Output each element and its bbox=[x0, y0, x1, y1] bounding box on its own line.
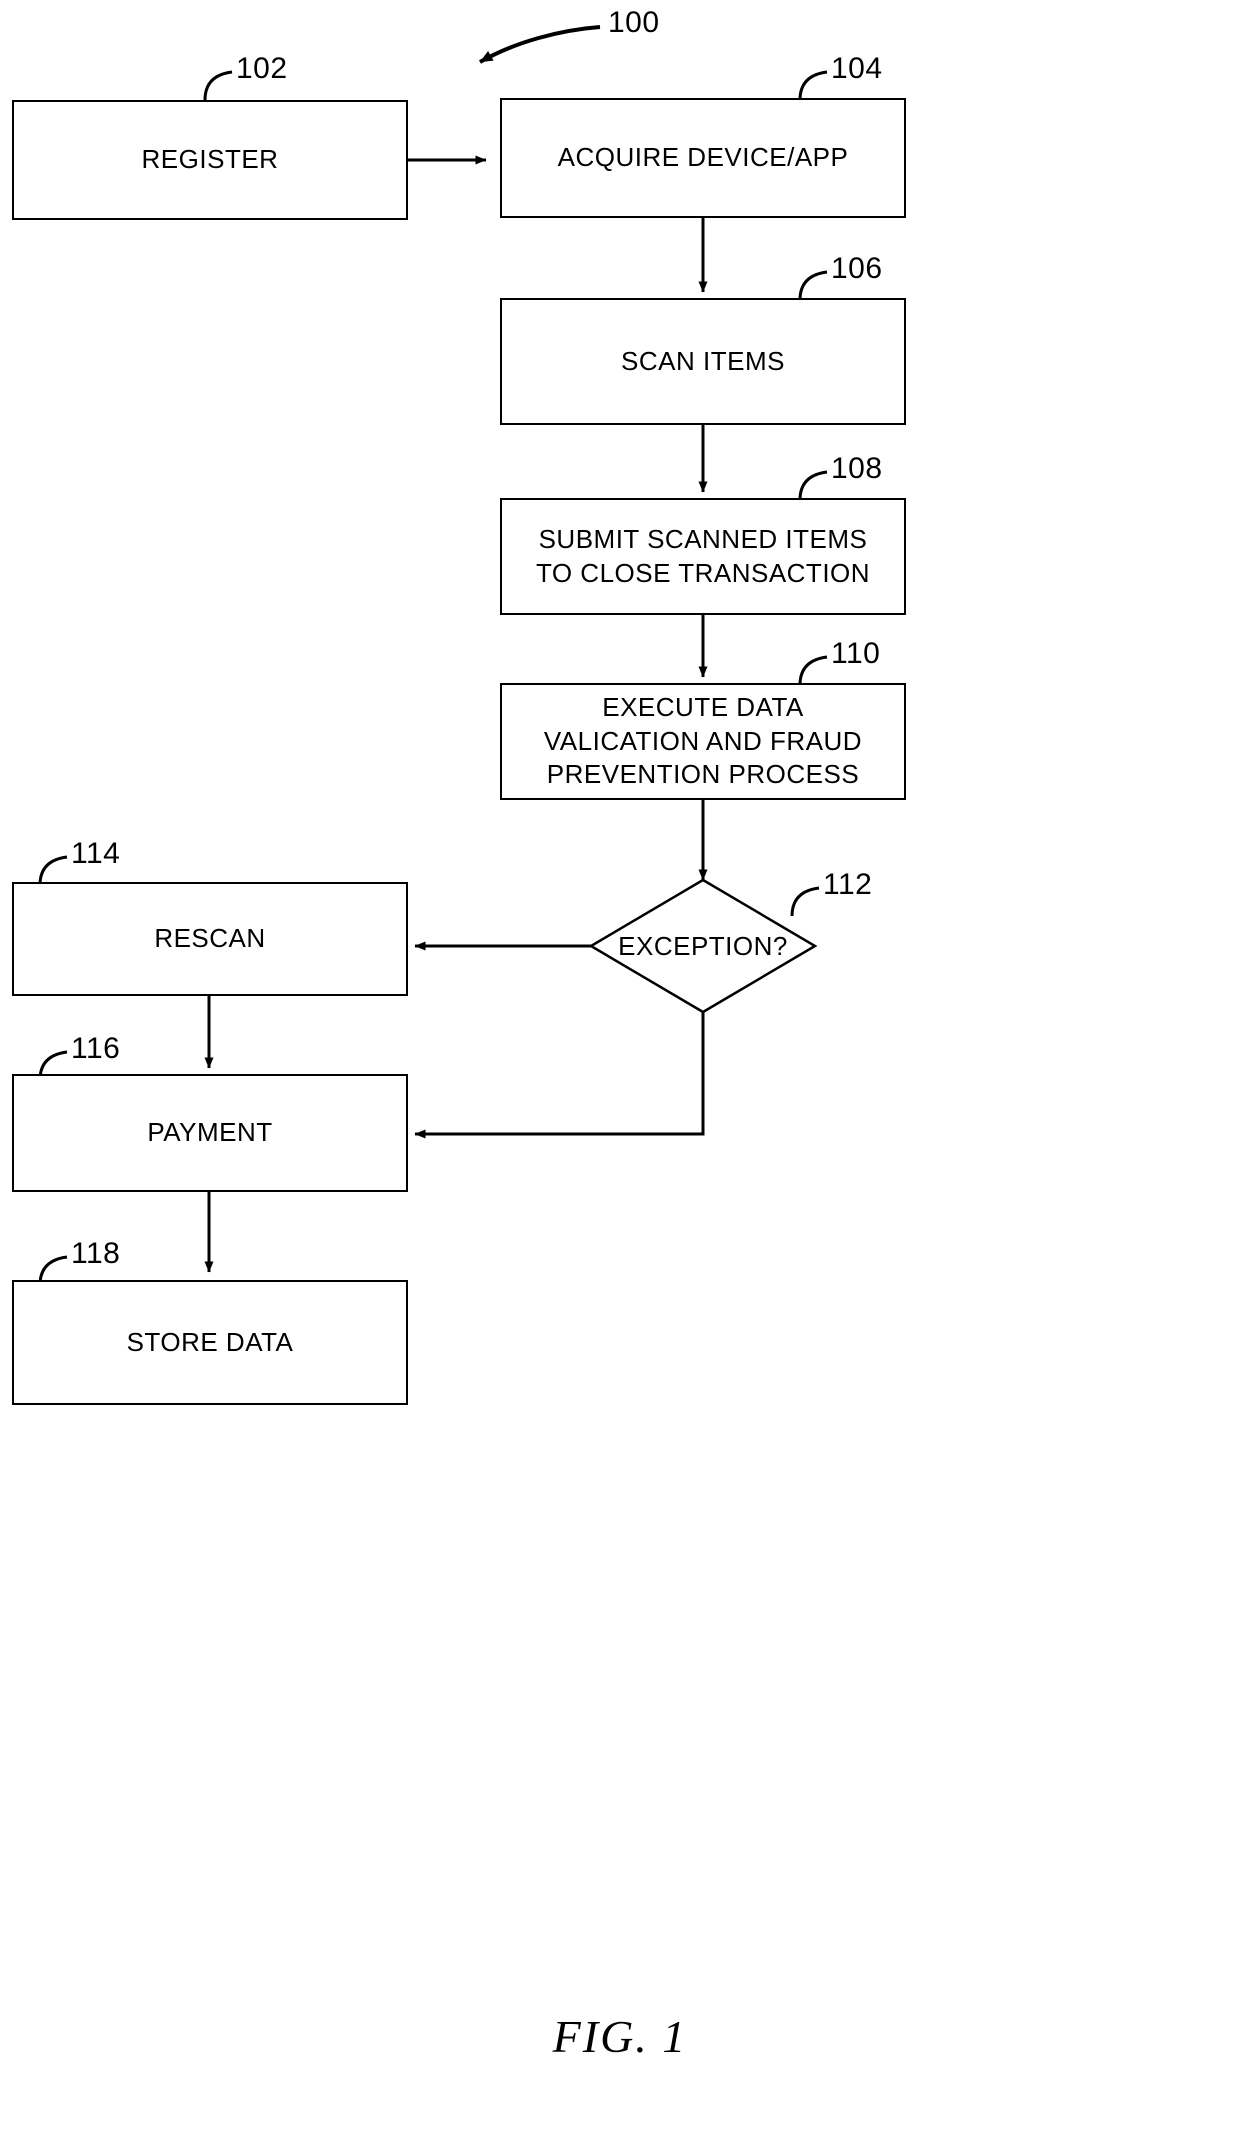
ref-callout-108: 108 bbox=[831, 452, 883, 485]
ref-callout-118: 118 bbox=[71, 1237, 121, 1270]
hook-114 bbox=[38, 855, 68, 886]
connector-112-to-116 bbox=[414, 1012, 705, 1139]
node-rescan-label: RESCAN bbox=[154, 923, 266, 954]
node-scan-items-label: SCAN ITEMS bbox=[621, 345, 785, 376]
ref-callout-116: 116 bbox=[71, 1032, 121, 1065]
hook-106 bbox=[798, 270, 828, 301]
ref-callout-104: 104 bbox=[831, 52, 883, 85]
node-store-data-label: STORE DATA bbox=[126, 1326, 294, 1357]
node-scan-items[interactable]: SCAN ITEMS bbox=[500, 298, 906, 425]
hook-108 bbox=[798, 470, 828, 501]
node-register[interactable]: REGISTER bbox=[12, 100, 408, 220]
hook-102 bbox=[203, 70, 233, 101]
node-rescan[interactable]: RESCAN bbox=[12, 882, 408, 996]
node-register-label: REGISTER bbox=[141, 144, 279, 175]
node-store-data[interactable]: STORE DATA bbox=[12, 1280, 408, 1405]
node-submit-scanned-items[interactable]: SUBMIT SCANNED ITEMS TO CLOSE TRANSACTIO… bbox=[500, 498, 906, 615]
hook-104 bbox=[798, 70, 828, 101]
node-submit-scanned-items-label: SUBMIT SCANNED ITEMS TO CLOSE TRANSACTIO… bbox=[535, 523, 871, 588]
node-execute-data-valication[interactable]: EXECUTE DATA VALICATION AND FRAUD PREVEN… bbox=[500, 683, 906, 800]
node-exception-decision[interactable]: EXCEPTION? bbox=[591, 880, 815, 1012]
patent-figure: 100 REGISTER 102 ACQUIRE DEVICE/APP 104 … bbox=[0, 0, 1240, 2140]
node-acquire-device-app-label: ACQUIRE DEVICE/APP bbox=[557, 142, 849, 173]
node-payment-label: PAYMENT bbox=[147, 1117, 273, 1148]
ref-callout-100: 100 bbox=[608, 6, 660, 39]
connector-overall-100 bbox=[479, 25, 601, 64]
node-acquire-device-app[interactable]: ACQUIRE DEVICE/APP bbox=[500, 98, 906, 218]
node-execute-data-valication-label: EXECUTE DATA VALICATION AND FRAUD PREVEN… bbox=[543, 691, 863, 790]
ref-callout-112: 112 bbox=[823, 868, 873, 901]
ref-callout-114: 114 bbox=[71, 837, 121, 870]
node-payment[interactable]: PAYMENT bbox=[12, 1074, 408, 1192]
hook-110 bbox=[798, 655, 828, 686]
figure-caption: FIG. 1 bbox=[552, 2011, 688, 2062]
ref-callout-110: 110 bbox=[831, 637, 881, 670]
ref-callout-106: 106 bbox=[831, 252, 883, 285]
ref-callout-102: 102 bbox=[236, 52, 288, 85]
node-exception-decision-label: EXCEPTION? bbox=[618, 930, 788, 961]
